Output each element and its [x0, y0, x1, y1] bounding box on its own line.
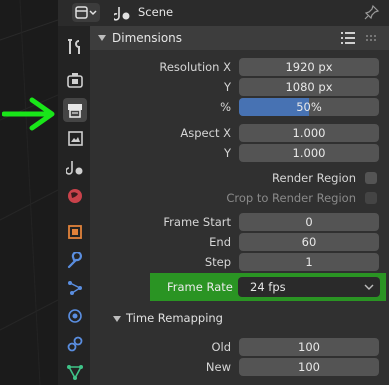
tab-physics[interactable] [63, 304, 87, 328]
render-camera-icon [67, 73, 83, 88]
time-remap-new-label: New [205, 360, 231, 374]
resolution-x-field[interactable]: 1920 px [239, 58, 379, 76]
resolution-x-value: 1920 px [285, 60, 333, 74]
scene-label: Scene [138, 5, 174, 19]
world-icon [68, 189, 82, 203]
dimensions-panel-header[interactable]: Dimensions [90, 26, 389, 50]
tab-scene[interactable] [63, 156, 87, 180]
scene-props-icon [66, 161, 83, 175]
resolution-y-value: 1080 px [285, 80, 333, 94]
output-printer-icon [68, 104, 82, 118]
frame-step-value: 1 [305, 255, 313, 269]
frame-step-field[interactable]: 1 [239, 253, 379, 271]
percent-label: % [220, 100, 231, 114]
dimensions-title: Dimensions [112, 31, 183, 45]
tab-output[interactable] [63, 98, 87, 122]
frame-start-value: 0 [305, 215, 313, 229]
aspect-y-value: 1.000 [292, 146, 326, 160]
tab-world[interactable] [63, 184, 87, 208]
editor-type-button[interactable] [72, 3, 100, 22]
tab-view-layer[interactable] [63, 126, 87, 150]
frame-rate-value: 24 fps [250, 280, 286, 294]
tool-icon [68, 39, 80, 54]
chevron-down-icon [364, 284, 374, 290]
frame-start-field[interactable]: 0 [239, 213, 379, 231]
aspect-y-label: Y [223, 146, 231, 160]
render-region-label: Render Region [272, 171, 356, 185]
frame-step-label: Step [204, 255, 231, 269]
particles-icon [68, 281, 82, 295]
properties-tabs [58, 26, 90, 385]
object-icon [68, 225, 82, 239]
frame-end-field[interactable]: 60 [239, 233, 379, 251]
editor-type-icon [75, 6, 97, 19]
presets-list-icon[interactable] [340, 31, 356, 45]
green-arrow-icon [2, 97, 55, 131]
tab-tool[interactable] [63, 35, 87, 59]
properties-header: Scene [58, 0, 389, 26]
aspect-x-label: Aspect X [180, 126, 231, 140]
wrench-icon [67, 252, 82, 269]
pin-icon[interactable] [364, 4, 380, 20]
frame-rate-dropdown[interactable]: 24 fps [238, 277, 380, 297]
aspect-y-field[interactable]: 1.000 [239, 144, 379, 162]
view-layer-icon [68, 131, 83, 146]
tab-particles[interactable] [63, 276, 87, 300]
frame-end-label: End [209, 235, 231, 249]
aspect-x-value: 1.000 [292, 126, 326, 140]
frame-rate-row: Frame Rate 24 fps [150, 273, 386, 301]
chevron-down-icon[interactable] [112, 314, 122, 324]
tab-data[interactable] [63, 360, 87, 384]
tab-object[interactable] [63, 220, 87, 244]
crop-to-render-region-checkbox[interactable] [365, 192, 377, 204]
render-region-checkbox[interactable] [365, 172, 377, 184]
time-remap-old-value: 100 [298, 340, 320, 354]
scene-icon [114, 7, 130, 21]
frame-start-label: Frame Start [163, 215, 231, 229]
constraints-icon [67, 336, 83, 352]
physics-icon [68, 309, 82, 323]
tab-modifiers[interactable] [63, 249, 87, 273]
viewport-3d[interactable] [0, 0, 58, 385]
resolution-x-label: Resolution X [159, 60, 231, 74]
time-remapping-title[interactable]: Time Remapping [126, 311, 223, 325]
resolution-percent-slider[interactable]: 50% [239, 98, 379, 116]
time-remap-new-value: 100 [298, 360, 320, 374]
chevron-down-icon [98, 35, 106, 41]
time-remap-old-label: Old [211, 340, 231, 354]
aspect-x-field[interactable]: 1.000 [239, 124, 379, 142]
crop-to-render-region-label: Crop to Render Region [226, 191, 356, 205]
percent-value: 50% [296, 100, 322, 114]
drag-handle-icon[interactable] [365, 34, 379, 42]
frame-rate-label: Frame Rate [167, 280, 233, 294]
tab-constraints[interactable] [63, 332, 87, 356]
tab-render[interactable] [63, 68, 87, 92]
mesh-data-icon [67, 365, 83, 380]
viewport-grid [0, 0, 58, 385]
resolution-y-label: Y [223, 80, 231, 94]
time-remap-old-field[interactable]: 100 [239, 338, 379, 356]
frame-end-value: 60 [301, 235, 317, 249]
resolution-y-field[interactable]: 1080 px [239, 78, 379, 96]
time-remap-new-field[interactable]: 100 [239, 358, 379, 376]
